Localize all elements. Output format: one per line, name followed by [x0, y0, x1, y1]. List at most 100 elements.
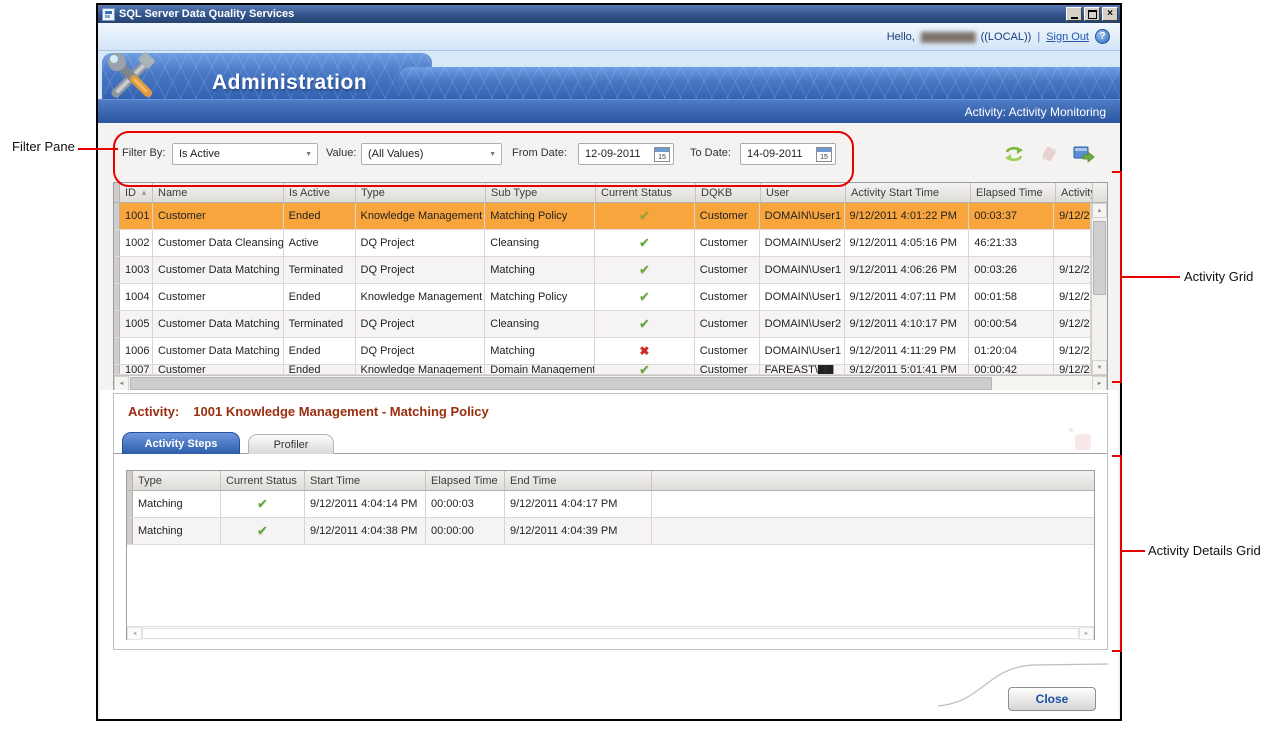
cell: 9/12/2011 4:05:16 PM: [845, 230, 970, 256]
table-row[interactable]: 1005Customer Data MatchingTerminatedDQ P…: [114, 311, 1091, 338]
cell: 9/12/2011 4:04:39 PM: [505, 518, 652, 544]
cell-current-status: ✔: [595, 311, 695, 337]
cell: Domain Management: [485, 365, 595, 374]
help-icon[interactable]: ?: [1095, 29, 1110, 44]
close-window-button[interactable]: ×: [1102, 7, 1118, 21]
cell: Matching: [133, 518, 221, 544]
details-title-value: 1001 Knowledge Management - Matching Pol…: [193, 404, 488, 419]
cell: Ended: [284, 338, 356, 364]
callout-details-grid-bracket: [1112, 455, 1122, 652]
minimize-icon: [1071, 17, 1078, 19]
column-header-elapsed-time[interactable]: Elapsed Time: [971, 183, 1056, 202]
cell: 9/12/2011 4:10:17 PM: [845, 311, 970, 337]
tab-activity-steps[interactable]: Activity Steps: [122, 432, 240, 454]
status-success-icon: ✔: [639, 235, 650, 251]
vertical-scrollbar[interactable]: ▲ ▼: [1091, 203, 1107, 375]
cell: Customer: [153, 203, 284, 229]
column-header-is-active[interactable]: Is Active: [284, 183, 356, 202]
from-date-input[interactable]: 12-09-2011 15: [578, 143, 674, 165]
cell-current-status: ✔: [595, 230, 695, 256]
column-header-type[interactable]: Type: [356, 183, 486, 202]
cell: 00:01:58: [969, 284, 1054, 310]
calendar-icon[interactable]: 15: [816, 147, 832, 162]
restore-button[interactable]: [1084, 7, 1100, 21]
column-header-dqkb[interactable]: DQKB: [696, 183, 761, 202]
scroll-left-icon[interactable]: ◄: [127, 627, 142, 640]
refresh-icon[interactable]: [1003, 145, 1025, 163]
scrollbar-thumb[interactable]: [1093, 221, 1106, 295]
cell-current-status: ✔: [221, 518, 305, 544]
callout-filter-line: [78, 148, 118, 150]
table-row[interactable]: Matching✔9/12/2011 4:04:14 PM00:00:039/1…: [127, 491, 1094, 518]
cell: Knowledge Management: [356, 203, 486, 229]
column-header-activity-start-time[interactable]: Activity Start Time: [846, 183, 971, 202]
scroll-up-icon[interactable]: ▲: [1092, 203, 1107, 218]
cell: [1054, 230, 1091, 256]
scrollbar-thumb[interactable]: [130, 377, 992, 390]
table-row[interactable]: 1002Customer Data CleansingActiveDQ Proj…: [114, 230, 1091, 257]
header-filler: [1093, 183, 1107, 202]
status-success-icon: ✔: [639, 262, 650, 278]
window-controls: ×: [1066, 7, 1118, 21]
minimize-button[interactable]: [1066, 7, 1082, 21]
export-icon[interactable]: [1073, 145, 1095, 163]
horizontal-scrollbar[interactable]: ◄ ►: [114, 375, 1107, 391]
cell: Knowledge Management: [356, 365, 486, 374]
table-row[interactable]: 1003Customer Data MatchingTerminatedDQ P…: [114, 257, 1091, 284]
scroll-right-icon[interactable]: ►: [1092, 376, 1107, 391]
cell: 9/12/20: [1054, 311, 1091, 337]
table-row[interactable]: 1006Customer Data MatchingEndedDQ Projec…: [114, 338, 1091, 365]
cell: 00:03:37: [969, 203, 1054, 229]
cell: 9/12/2011 4:01:22 PM: [845, 203, 970, 229]
cell: Customer Data Matching: [153, 257, 284, 283]
status-success-icon: ✔: [639, 365, 650, 374]
cell: 9/12/2011 4:11:29 PM: [845, 338, 970, 364]
value-select[interactable]: (All Values) ▼: [361, 143, 502, 165]
cell: Customer Data Cleansing: [153, 230, 284, 256]
column-header-activity[interactable]: Activity: [1056, 183, 1093, 202]
page: Filter Pane SQL Server Data Quality Serv…: [0, 0, 1265, 730]
tab-profiler[interactable]: Profiler: [248, 434, 334, 454]
scroll-left-icon[interactable]: ◄: [114, 376, 129, 391]
close-button[interactable]: Close: [1008, 687, 1096, 711]
calendar-icon[interactable]: 15: [654, 147, 670, 162]
cell: Customer: [695, 203, 760, 229]
cell: Active: [284, 230, 356, 256]
cell: 9/12/2011 4:04:38 PM: [305, 518, 426, 544]
sign-out-link[interactable]: Sign Out: [1046, 31, 1089, 43]
callout-filter-pane: Filter Pane: [12, 139, 75, 154]
cell: Matching: [485, 257, 595, 283]
column-header-current-status[interactable]: Current Status: [221, 471, 305, 490]
table-row[interactable]: 1001CustomerEndedKnowledge ManagementMat…: [114, 203, 1091, 230]
column-header-start-time[interactable]: Start Time: [305, 471, 426, 490]
column-header-user[interactable]: User: [761, 183, 846, 202]
column-header-current-status[interactable]: Current Status: [596, 183, 696, 202]
details-horizontal-scrollbar[interactable]: ◄ ►: [127, 626, 1094, 640]
cell: Customer: [695, 257, 760, 283]
to-date-label: To Date:: [690, 147, 731, 159]
cell: 00:00:00: [426, 518, 505, 544]
table-row[interactable]: 1007CustomerEndedKnowledge ManagementDom…: [114, 365, 1091, 375]
table-row[interactable]: Matching✔9/12/2011 4:04:38 PM00:00:009/1…: [127, 518, 1094, 545]
scrollbar-thumb[interactable]: [142, 628, 1079, 639]
column-header-type[interactable]: Type: [133, 471, 221, 490]
column-header-name[interactable]: Name: [153, 183, 284, 202]
banner-strip-shape: [398, 67, 1120, 99]
to-date-input[interactable]: 14-09-2011 15: [740, 143, 836, 165]
title-bar: SQL Server Data Quality Services ×: [98, 5, 1120, 23]
filter-by-label: Filter By:: [122, 147, 165, 159]
column-header-id[interactable]: ID▲: [120, 183, 153, 202]
cell: 1002: [120, 230, 153, 256]
table-row[interactable]: 1004CustomerEndedKnowledge ManagementMat…: [114, 284, 1091, 311]
column-header-end-time[interactable]: End Time: [505, 471, 652, 490]
hello-label: Hello,: [887, 31, 915, 43]
scroll-right-icon[interactable]: ►: [1079, 627, 1094, 640]
cell: DOMAIN\User2: [760, 230, 845, 256]
column-header-elapsed-time[interactable]: Elapsed Time: [426, 471, 505, 490]
filter-by-select[interactable]: Is Active ▼: [172, 143, 318, 165]
column-header-sub-type[interactable]: Sub Type: [486, 183, 596, 202]
scroll-down-icon[interactable]: ▼: [1092, 360, 1107, 375]
cell: Customer: [695, 311, 760, 337]
cell: Customer Data Matching: [153, 311, 284, 337]
cell: Customer: [695, 338, 760, 364]
